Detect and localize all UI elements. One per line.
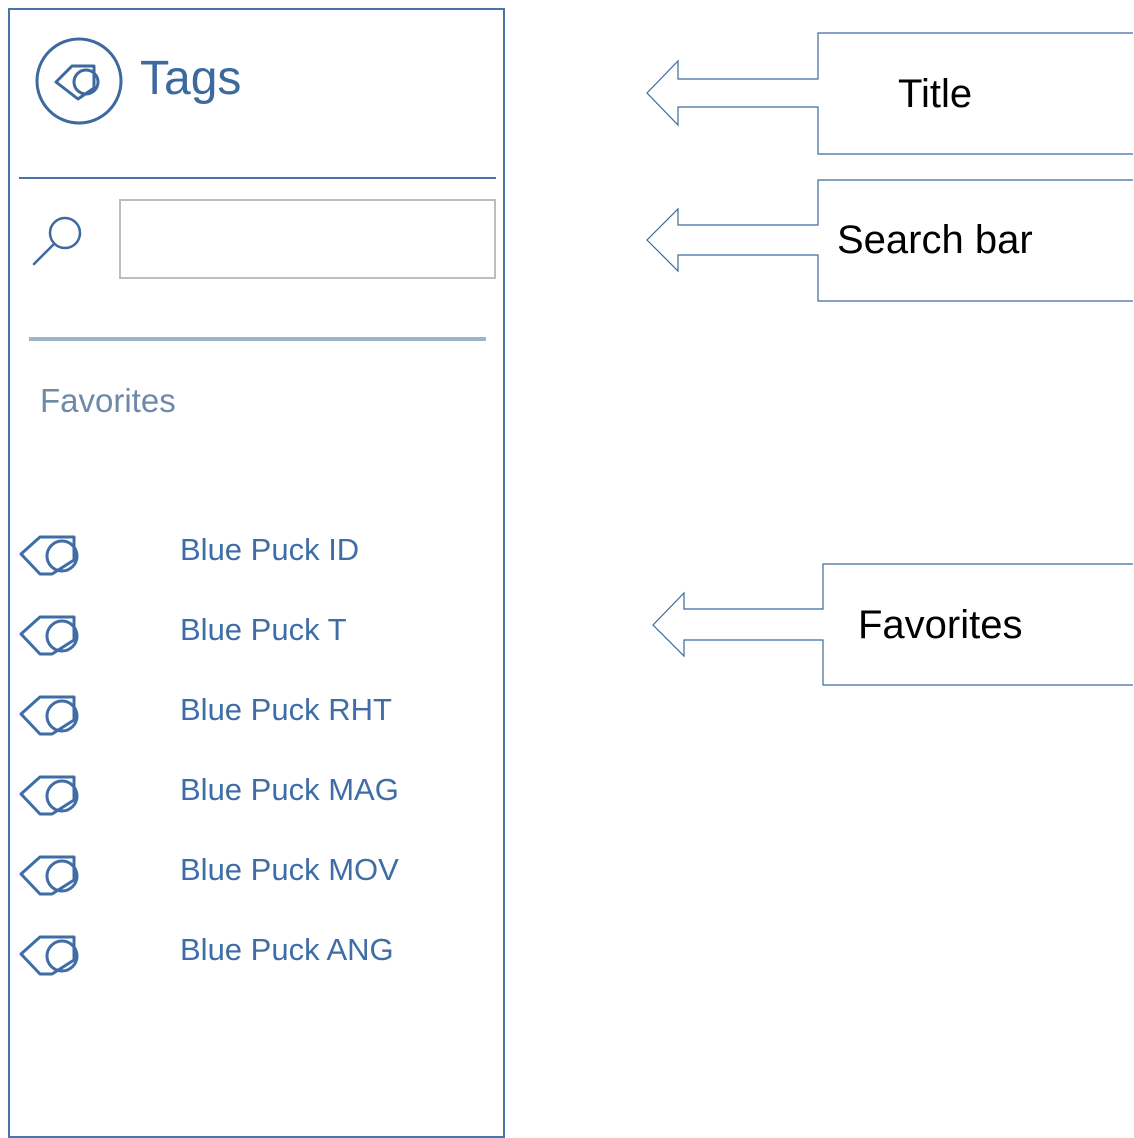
title-divider <box>19 177 496 179</box>
search-input[interactable] <box>119 199 496 279</box>
callout-label: Title <box>898 72 973 116</box>
favorite-item[interactable]: Blue Puck MAG <box>18 760 458 820</box>
favorite-label: Blue Puck ID <box>180 532 360 567</box>
callout-favorites: Favorites <box>652 563 1134 687</box>
favorite-label: Blue Puck ANG <box>180 932 394 967</box>
favorite-label: Blue Puck MAG <box>180 772 399 807</box>
tag-icon <box>19 615 79 656</box>
search-icon[interactable] <box>30 213 86 269</box>
tag-icon <box>19 535 79 576</box>
favorite-item[interactable]: Blue Puck ID <box>18 520 458 580</box>
tag-icon <box>19 695 79 736</box>
arrow-left-icon <box>646 32 1133 155</box>
callout-label: Favorites <box>858 603 1023 647</box>
tag-icon <box>19 935 79 976</box>
favorites-heading: Favorites <box>40 382 176 419</box>
favorite-item[interactable]: Blue Puck MOV <box>18 840 458 900</box>
page-title: Tags <box>140 52 242 105</box>
tag-icon <box>19 775 79 816</box>
callout-search-bar: Search bar <box>646 179 1134 303</box>
favorite-item[interactable]: Blue Puck ANG <box>18 920 458 980</box>
favorite-label: Blue Puck RHT <box>180 692 392 727</box>
favorite-item[interactable]: Blue Puck RHT <box>18 680 458 740</box>
search-divider <box>29 337 486 341</box>
favorite-label: Blue Puck MOV <box>180 852 399 887</box>
callout-label: Search bar <box>837 218 1033 262</box>
tag-circle-icon <box>35 37 123 125</box>
favorite-item[interactable]: Blue Puck T <box>18 600 458 660</box>
favorite-label: Blue Puck T <box>180 612 347 647</box>
callout-title: Title <box>646 32 1134 156</box>
tag-icon <box>19 855 79 896</box>
